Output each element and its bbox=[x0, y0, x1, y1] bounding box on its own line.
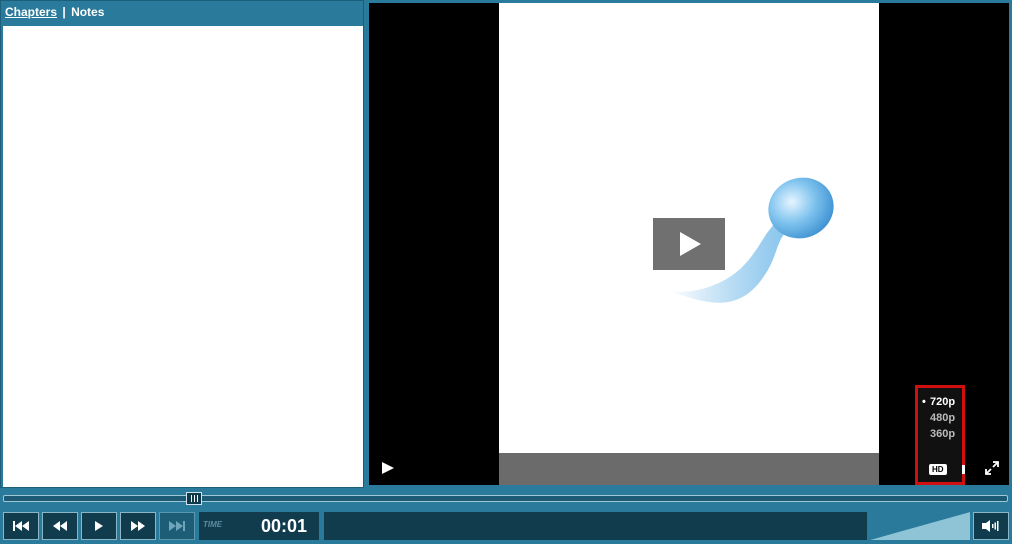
fullscreen-button[interactable] bbox=[985, 461, 999, 480]
quality-option-480p[interactable]: 480p bbox=[918, 410, 962, 426]
quality-label: 360p bbox=[930, 428, 956, 440]
time-label: TIME bbox=[203, 520, 223, 529]
quality-menu: • 720p 480p 360p HD bbox=[915, 385, 965, 485]
overlay-play-button[interactable] bbox=[381, 461, 395, 480]
seek-handle[interactable] bbox=[186, 492, 202, 505]
volume-button[interactable] bbox=[973, 512, 1009, 540]
skip-to-end-icon bbox=[169, 521, 185, 531]
play-icon bbox=[382, 462, 394, 474]
big-play-button[interactable] bbox=[653, 218, 725, 270]
video-panel: • 720p 480p 360p HD bbox=[367, 0, 1012, 488]
rewind-button[interactable] bbox=[42, 512, 78, 540]
tab-chapters[interactable]: Chapters bbox=[5, 5, 57, 19]
control-bar: TIME 00:01 bbox=[0, 510, 1012, 544]
fast-forward-button[interactable] bbox=[120, 512, 156, 540]
fast-forward-icon bbox=[131, 521, 145, 531]
video-caption-strip bbox=[499, 453, 879, 485]
quality-label: 480p bbox=[930, 412, 956, 424]
chapters-notes-panel: Chapters | Notes bbox=[0, 0, 364, 488]
volume-mini-icon bbox=[962, 465, 965, 474]
skip-to-start-icon bbox=[13, 521, 29, 531]
fullscreen-icon bbox=[985, 461, 999, 475]
hd-button[interactable]: HD bbox=[929, 464, 947, 475]
tab-separator: | bbox=[62, 5, 66, 19]
time-display: TIME 00:01 bbox=[199, 512, 319, 540]
play-icon bbox=[95, 521, 103, 531]
chapters-list bbox=[3, 26, 363, 487]
time-value: 00:01 bbox=[260, 516, 307, 536]
panel-header: Chapters | Notes bbox=[1, 1, 363, 25]
tab-notes[interactable]: Notes bbox=[71, 5, 104, 19]
big-play-icon bbox=[680, 232, 701, 256]
volume-icon bbox=[982, 520, 999, 532]
rewind-icon bbox=[53, 521, 67, 531]
skip-to-end-button[interactable] bbox=[159, 512, 195, 540]
volume-level-slope[interactable] bbox=[870, 512, 970, 540]
skip-to-start-button[interactable] bbox=[3, 512, 39, 540]
quality-label: 720p bbox=[930, 396, 956, 408]
play-button[interactable] bbox=[81, 512, 117, 540]
quality-option-360p[interactable]: 360p bbox=[918, 426, 962, 442]
seek-bar[interactable] bbox=[3, 495, 1008, 502]
video-player[interactable]: • 720p 480p 360p HD bbox=[369, 3, 1009, 485]
quality-option-720p[interactable]: • 720p bbox=[918, 394, 962, 410]
status-area bbox=[324, 512, 867, 540]
